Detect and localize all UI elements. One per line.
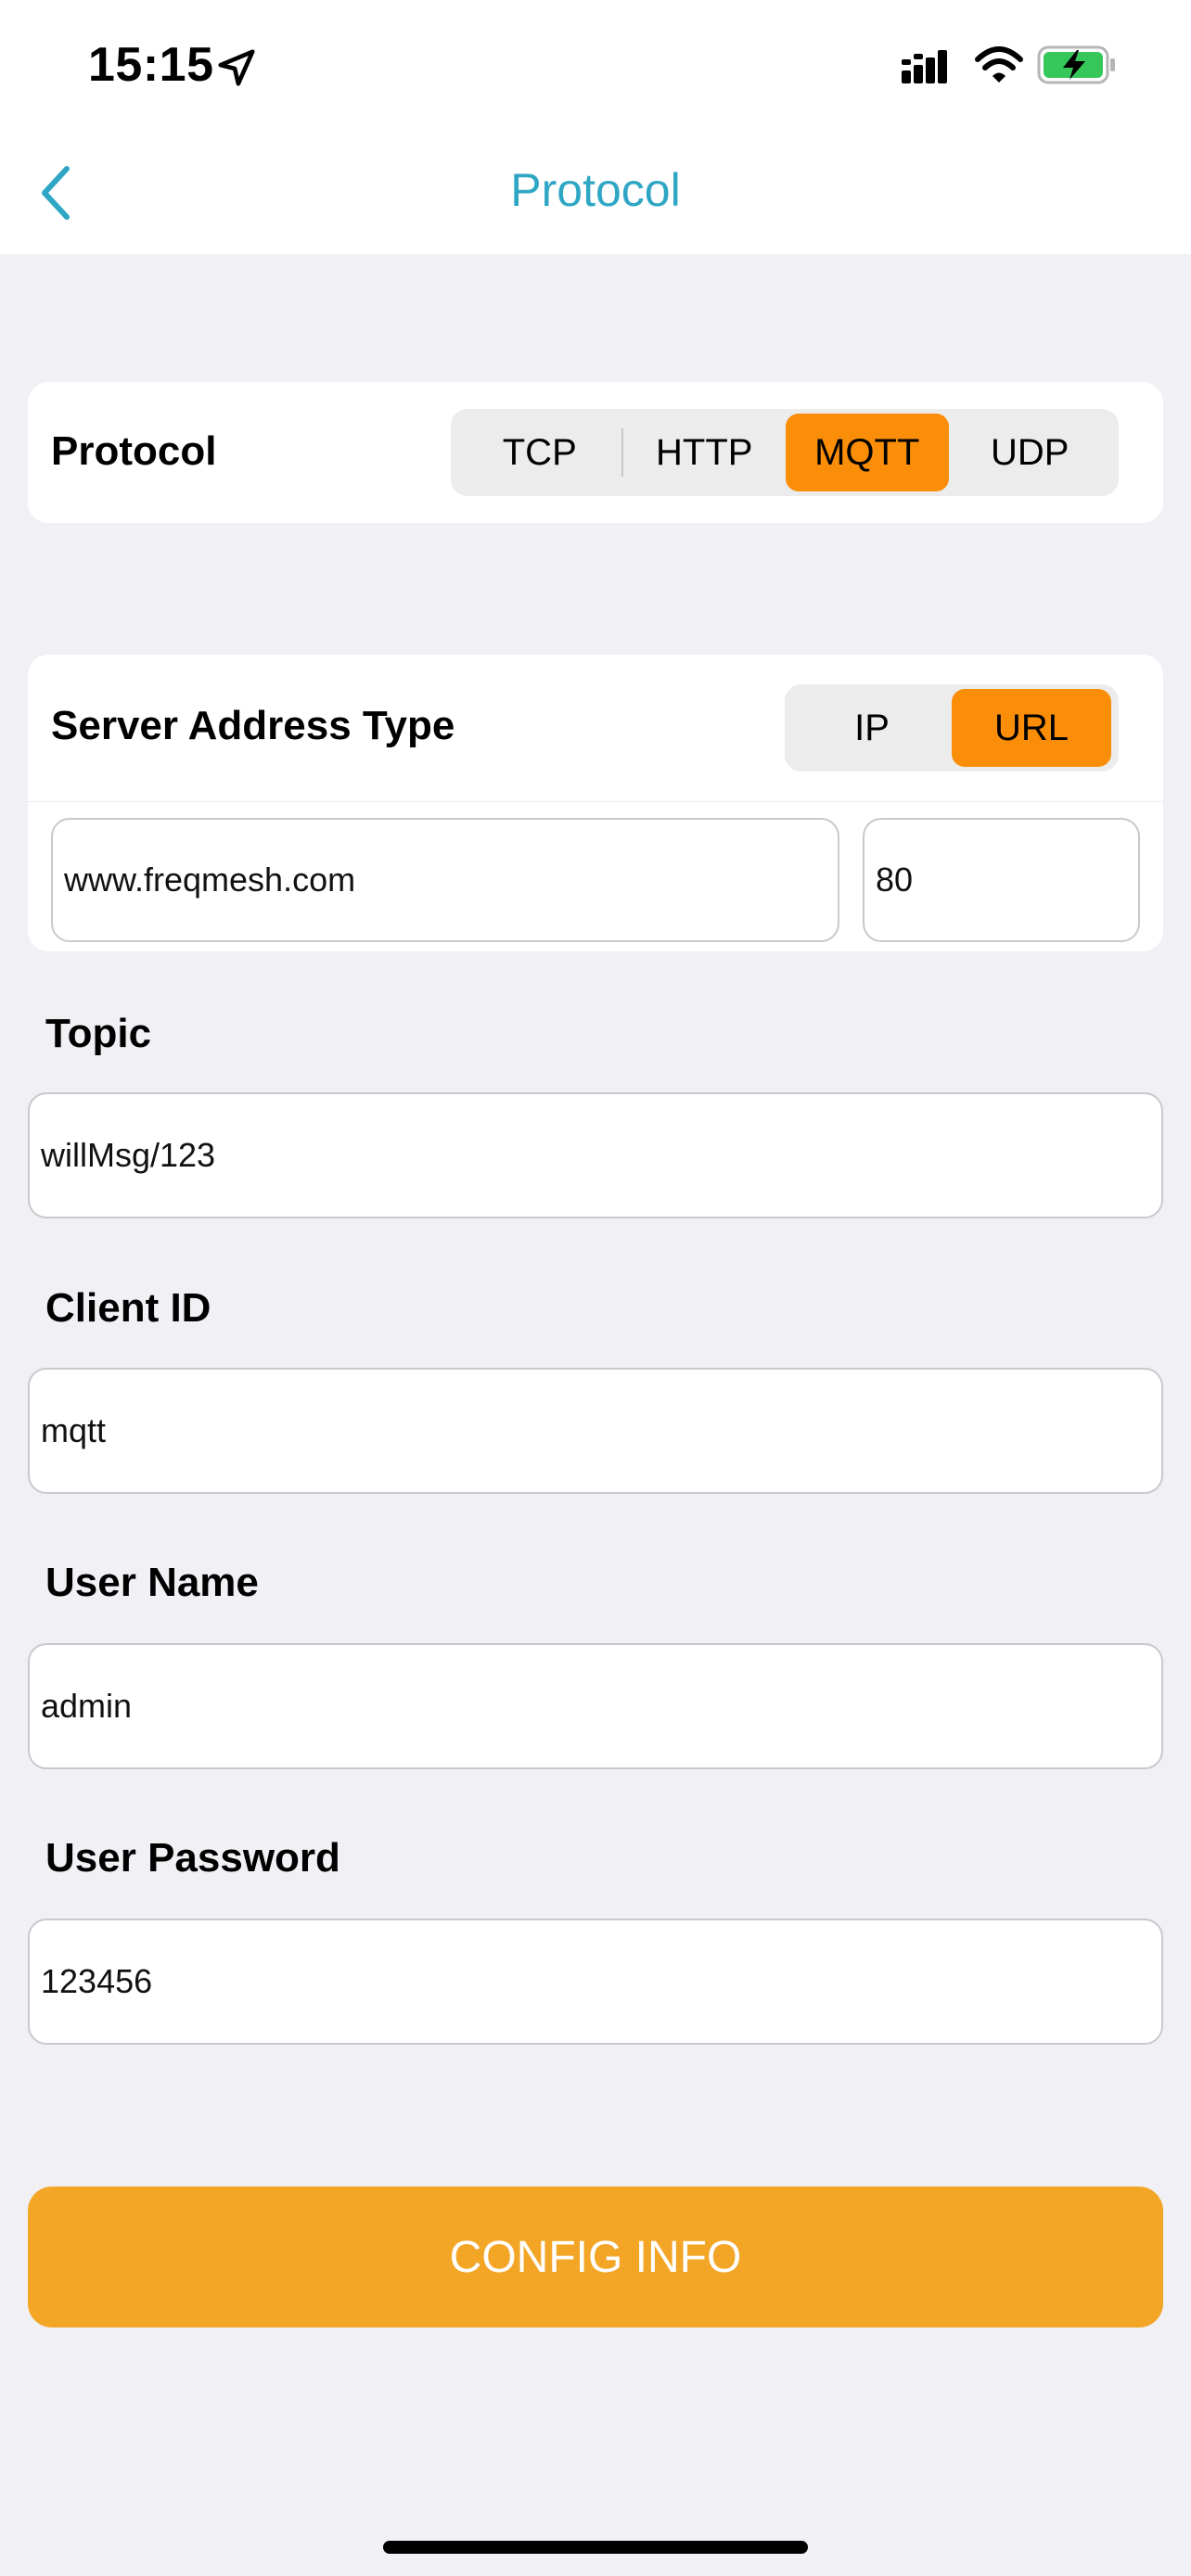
cellular-signal-icon <box>902 50 947 83</box>
server-address-input[interactable]: www.freqmesh.com <box>51 818 839 942</box>
segment-ip[interactable]: IP <box>792 689 952 767</box>
battery-charging-icon <box>1037 45 1115 84</box>
config-info-button[interactable]: CONFIG INFO <box>28 2187 1163 2327</box>
segment-url[interactable]: URL <box>952 689 1111 767</box>
segment-http[interactable]: HTTP <box>623 414 787 491</box>
user-password-input[interactable]: 123456 <box>28 1919 1163 2045</box>
status-time: 15:15 <box>88 38 214 92</box>
wifi-icon <box>975 46 1023 83</box>
client-id-label: Client ID <box>45 1285 211 1331</box>
segment-mqtt[interactable]: MQTT <box>786 414 949 491</box>
server-address-type-segmented-control: IP URL <box>785 684 1119 772</box>
topic-input[interactable]: willMsg/123 <box>28 1092 1163 1218</box>
protocol-segmented-control: TCP HTTP MQTT UDP <box>451 409 1119 496</box>
user-name-label: User Name <box>45 1560 259 1605</box>
segment-udp[interactable]: UDP <box>949 414 1112 491</box>
segment-tcp[interactable]: TCP <box>458 414 621 491</box>
topic-label: Topic <box>45 1011 152 1056</box>
location-arrow-icon <box>218 49 255 86</box>
client-id-input[interactable]: mqtt <box>28 1368 1163 1494</box>
server-port-input[interactable]: 80 <box>863 818 1140 942</box>
server-address-type-label: Server Address Type <box>51 703 455 748</box>
row-divider <box>28 801 1163 802</box>
page-title: Protocol <box>510 164 681 216</box>
protocol-label: Protocol <box>51 428 217 474</box>
user-password-label: User Password <box>45 1835 340 1881</box>
user-name-input[interactable]: admin <box>28 1643 1163 1769</box>
home-indicator <box>383 2541 808 2554</box>
